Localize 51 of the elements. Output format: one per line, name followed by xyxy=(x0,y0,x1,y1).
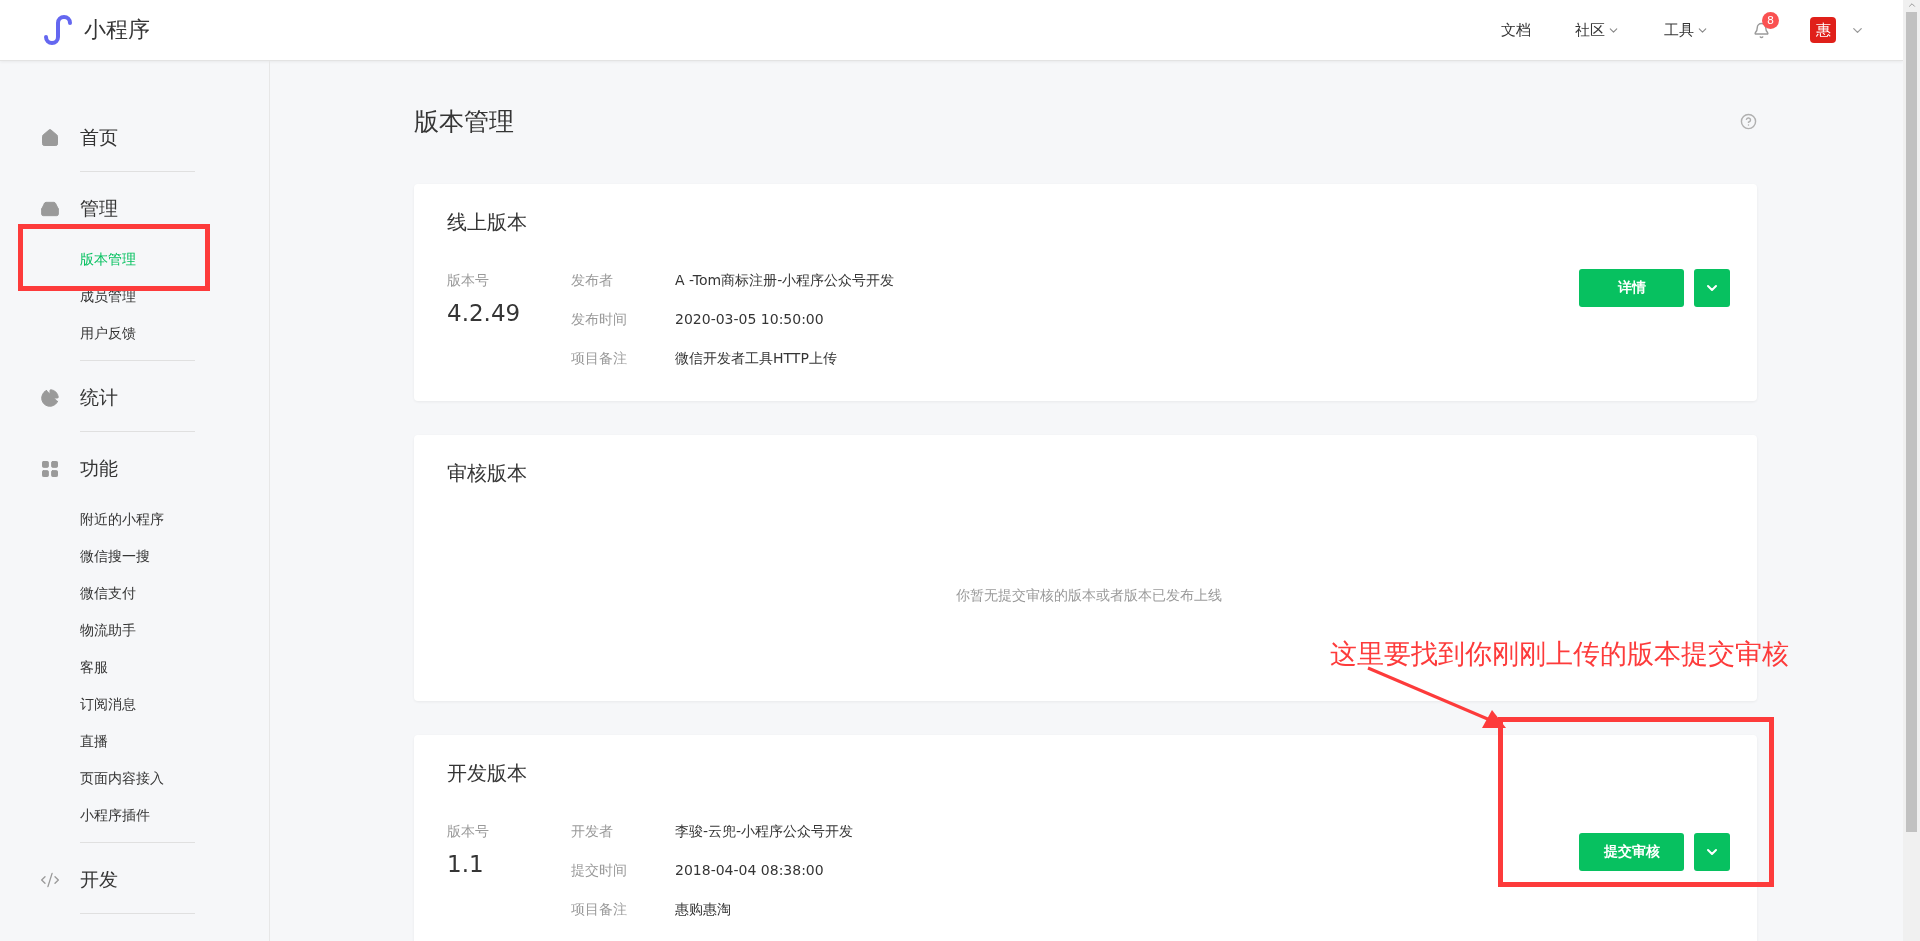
sidebar-item[interactable]: 微信支付 xyxy=(80,575,195,612)
sidebar-item[interactable]: 微信搜一搜 xyxy=(80,538,195,575)
home-icon xyxy=(40,128,60,148)
field-label: 开发者 xyxy=(571,823,614,841)
sidebar-item[interactable]: 订阅消息 xyxy=(80,686,195,723)
nav-link[interactable]: 社区 xyxy=(1575,20,1620,40)
sidebar-item[interactable]: 物流助手 xyxy=(80,612,195,649)
version-number: 4.2.49 xyxy=(447,300,522,326)
sidebar-section-link[interactable]: 统计 xyxy=(80,376,195,420)
nav-link[interactable]: 工具 xyxy=(1664,20,1709,40)
field-value: 李骏-云兜-小程序公众号开发 xyxy=(675,823,855,841)
field-value: 微信开发者工具HTTP上传 xyxy=(675,350,838,368)
more-options-button[interactable] xyxy=(1694,269,1730,307)
field-label: 发布时间 xyxy=(571,311,628,329)
version-label: 版本号 xyxy=(447,272,490,290)
card-title: 线上版本 xyxy=(447,210,528,234)
field-label: 项目备注 xyxy=(571,901,628,919)
sidebar-item[interactable]: 附近的小程序 xyxy=(80,501,195,538)
field-label: 提交时间 xyxy=(571,862,628,880)
empty-message: 你暂无提交审核的版本或者版本已发布上线 xyxy=(954,587,1223,603)
logo-icon xyxy=(42,15,74,45)
field-value: A -Tom商标注册-小程序公众号开发 xyxy=(675,272,896,290)
field-value: 2020-03-05 10:50:00 xyxy=(675,311,825,329)
scroll-up-icon[interactable] xyxy=(1906,0,1917,10)
scrollbar[interactable] xyxy=(1903,0,1920,941)
sidebar-section-link[interactable]: 首页 xyxy=(80,116,195,160)
field-value: 惠购惠淘 xyxy=(675,901,732,919)
card-title: 审核版本 xyxy=(447,461,528,485)
sidebar-item[interactable]: 页面内容接入 xyxy=(80,760,195,797)
notification-count: 8 xyxy=(1762,11,1779,29)
annotation-text: 这里要找到你刚刚上传的版本提交审核 xyxy=(1330,637,1789,671)
help-icon[interactable] xyxy=(1740,113,1757,130)
sidebar-section-link[interactable]: 开发 xyxy=(80,858,195,902)
sidebar-item[interactable]: 直播 xyxy=(80,723,195,760)
field-label: 发布者 xyxy=(571,272,614,290)
version-label: 版本号 xyxy=(447,823,490,841)
more-options-button[interactable] xyxy=(1694,833,1730,871)
dev-icon xyxy=(40,870,60,890)
sidebar-section-link[interactable]: 管理 xyxy=(80,187,195,231)
user-avatar[interactable]: 惠 xyxy=(1810,17,1836,43)
sidebar-section-link[interactable]: 功能 xyxy=(80,447,195,491)
app-logo-text: 小程序 xyxy=(84,16,150,44)
page-title: 版本管理 xyxy=(414,106,514,138)
sidebar-item[interactable]: 小程序插件 xyxy=(80,797,195,834)
sidebar-item[interactable]: 客服 xyxy=(80,649,195,686)
sidebar-item[interactable]: 用户反馈 xyxy=(80,315,195,352)
field-label: 项目备注 xyxy=(571,350,628,368)
nav-link[interactable]: 文档 xyxy=(1501,20,1531,40)
version-number: 1.1 xyxy=(447,851,485,877)
card-title: 开发版本 xyxy=(447,761,528,785)
field-value: 2018-04-04 08:38:00 xyxy=(675,862,825,880)
